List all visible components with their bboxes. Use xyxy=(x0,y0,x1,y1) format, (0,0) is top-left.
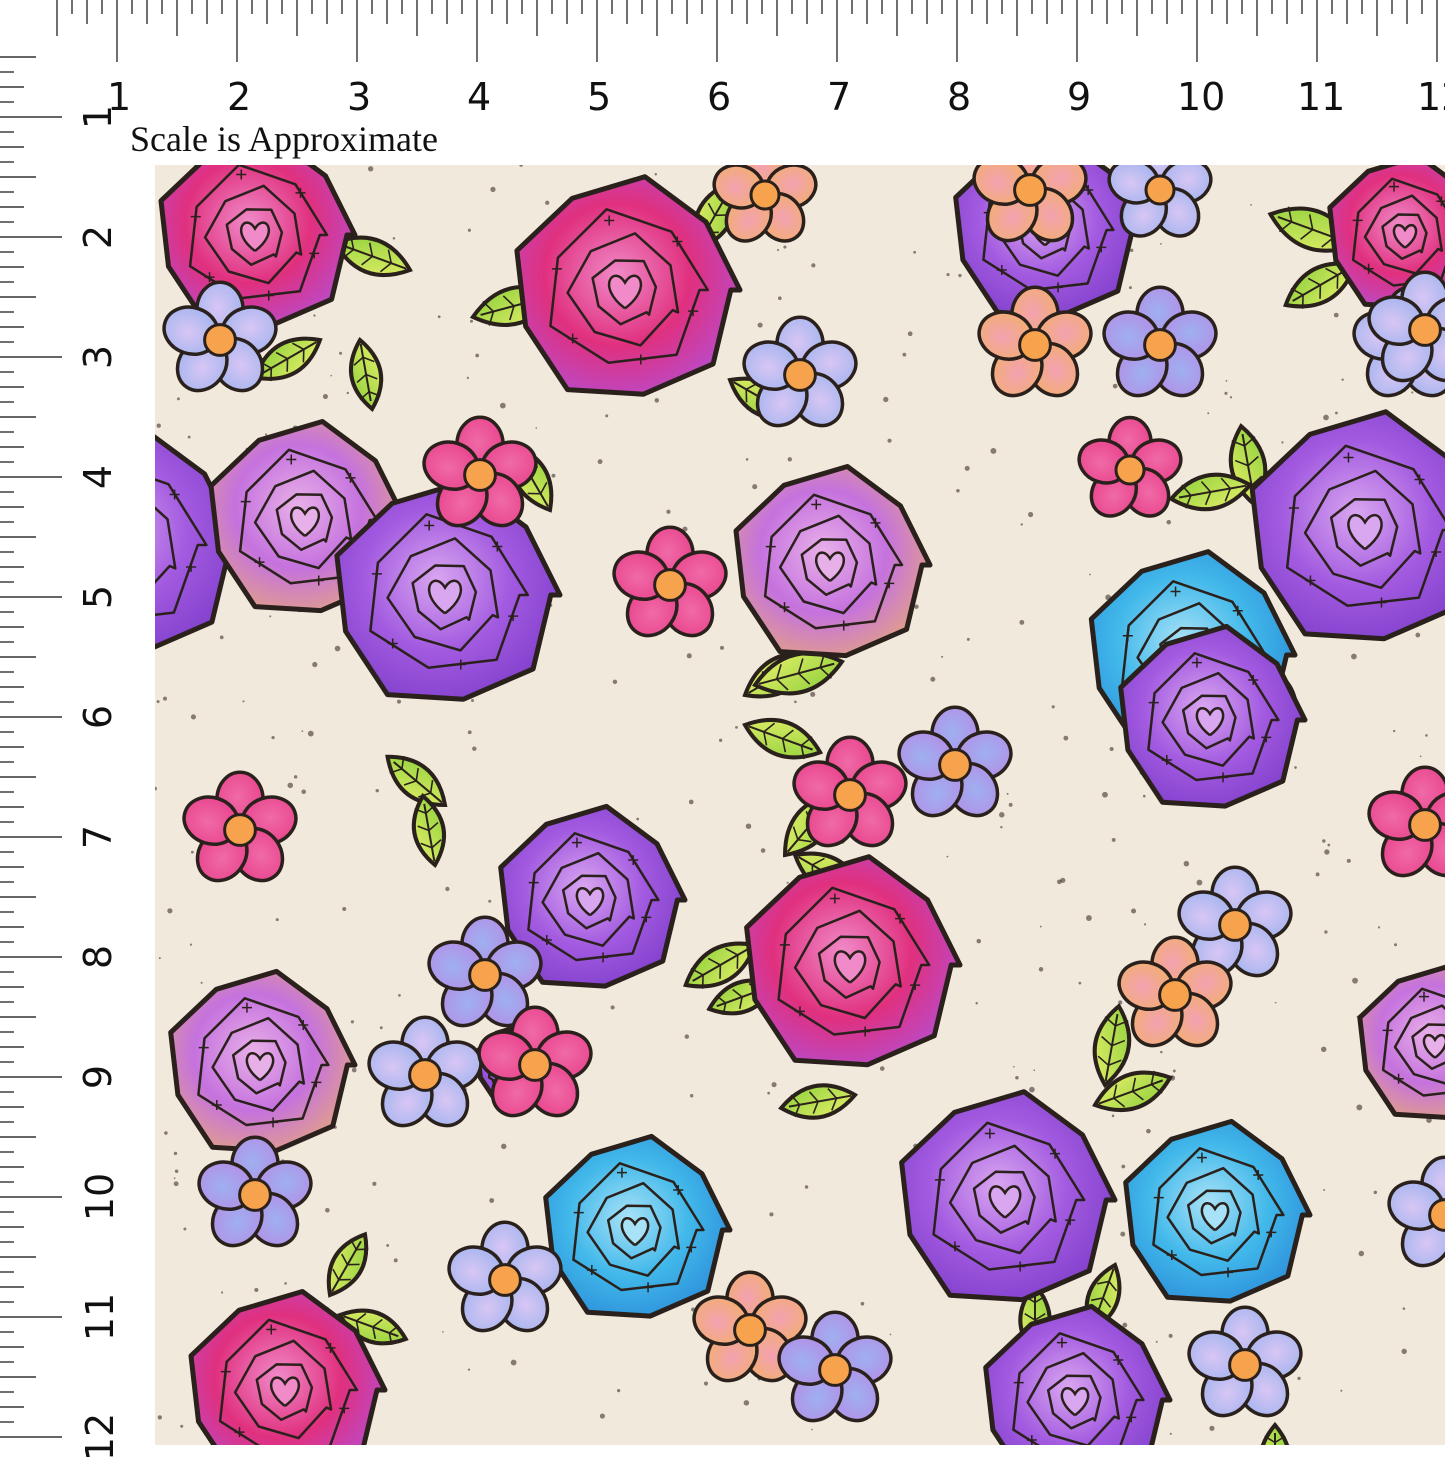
daisy xyxy=(1387,1155,1445,1268)
daisy xyxy=(197,1135,313,1248)
ruler-left-number: 12 xyxy=(78,1412,123,1461)
ruler-top-number: 5 xyxy=(587,75,612,119)
ruler-left-number: 7 xyxy=(76,824,121,850)
ruler-left-number: 9 xyxy=(76,1064,121,1090)
rose xyxy=(1249,409,1445,642)
leaf xyxy=(742,717,824,760)
floral-pattern xyxy=(155,165,1445,1445)
rose xyxy=(899,1089,1118,1303)
ruler-left-number: 8 xyxy=(76,944,121,970)
ruler-top-number: 12 xyxy=(1417,75,1445,119)
leaf xyxy=(1258,1421,1292,1445)
ruler-left-number: 2 xyxy=(76,224,121,250)
ruler-left-number: 1 xyxy=(76,104,121,130)
leaf xyxy=(326,1231,369,1298)
rose xyxy=(733,464,933,659)
ruler-left-number: 4 xyxy=(76,464,121,490)
rose xyxy=(744,854,963,1068)
daisy xyxy=(1367,765,1445,878)
ruler-top-number: 4 xyxy=(467,75,492,119)
rose xyxy=(168,968,358,1154)
leaf xyxy=(778,1083,859,1120)
ruler-left-number: 3 xyxy=(76,344,121,370)
daisy xyxy=(612,525,728,638)
ruler-left-number: 6 xyxy=(76,704,121,730)
ruler-top-number: 3 xyxy=(347,75,372,119)
daisy xyxy=(742,315,858,428)
rose xyxy=(1357,964,1445,1120)
daisy xyxy=(477,1005,593,1118)
fabric-swatch xyxy=(155,165,1445,1445)
daisy xyxy=(1077,415,1183,518)
rose xyxy=(543,1133,733,1319)
daisy xyxy=(182,770,298,883)
ruler-top-number: 6 xyxy=(707,75,732,119)
ruler-left-number: 10 xyxy=(78,1172,123,1222)
ruler-top-number: 9 xyxy=(1067,75,1092,119)
ruler-left-number: 11 xyxy=(78,1292,123,1342)
rose xyxy=(158,165,358,329)
ruler-top-number: 7 xyxy=(827,75,852,119)
rose xyxy=(983,1303,1173,1445)
leaf xyxy=(348,336,384,413)
ruler-left-number: 5 xyxy=(76,584,121,610)
ruler-top-number: 2 xyxy=(227,75,252,119)
daisy xyxy=(897,705,1013,818)
ruler-top-number: 8 xyxy=(947,75,972,119)
scale-note: Scale is Approximate xyxy=(130,119,438,159)
daisy xyxy=(1187,1305,1303,1418)
ruler-top-number: 11 xyxy=(1297,75,1346,119)
rose xyxy=(1123,1118,1313,1304)
daisy xyxy=(367,1015,483,1128)
ruler-top-number: 10 xyxy=(1177,75,1226,119)
